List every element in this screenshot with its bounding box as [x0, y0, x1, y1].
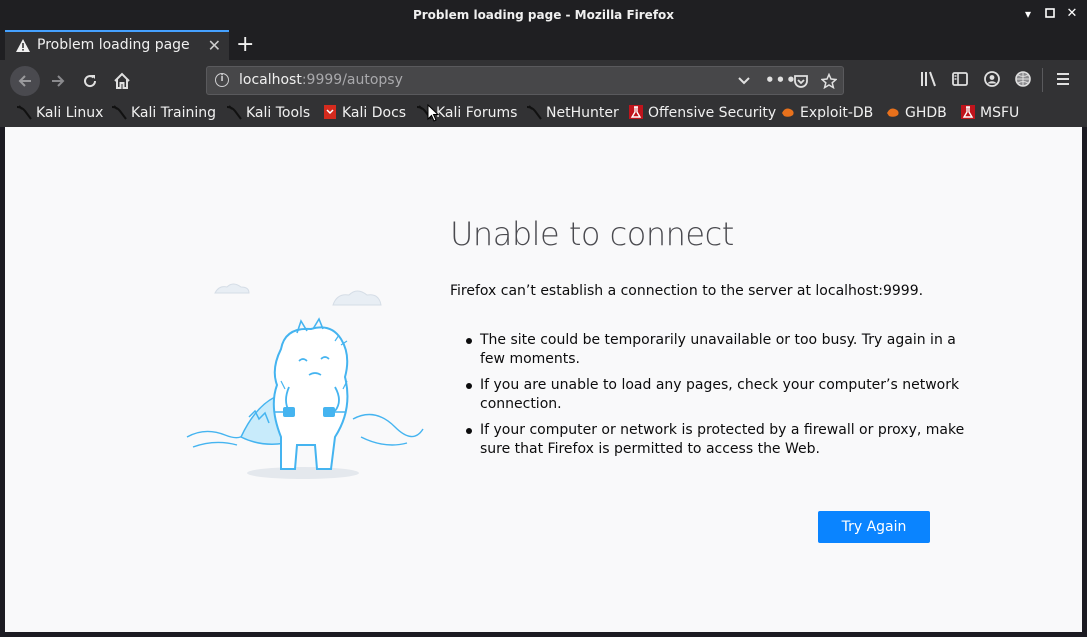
globe-extension-icon[interactable]: [1014, 70, 1032, 92]
back-button[interactable]: [10, 66, 40, 96]
error-heading: Unable to connect: [450, 215, 734, 253]
sidebar-icon[interactable]: [951, 70, 969, 92]
kali-dragon-icon: [16, 105, 32, 120]
home-icon: [114, 72, 130, 89]
window-title: Problem loading page - Mozilla Firefox: [412, 8, 675, 22]
url-host: localhost: [239, 72, 302, 88]
bookmark-nethunter[interactable]: NetHunter: [526, 104, 619, 122]
offsec-icon: [629, 105, 643, 119]
bookmark-label: Kali Training: [131, 105, 216, 121]
site-info-icon[interactable]: i: [215, 73, 229, 87]
toolbar-divider: [1042, 68, 1043, 92]
bookmark-label: Exploit-DB: [800, 105, 874, 121]
bookmark-kali-docs[interactable]: Kali Docs: [322, 104, 406, 122]
kali-docs-icon: [324, 105, 336, 119]
reload-button[interactable]: [76, 67, 104, 95]
bookmark-label: GHDB: [905, 105, 947, 121]
error-page: Unable to connect Firefox can’t establis…: [5, 127, 1082, 632]
list-item: If you are unable to load any pages, che…: [466, 376, 970, 414]
home-button[interactable]: [108, 67, 136, 95]
bookmark-star-icon[interactable]: [820, 71, 838, 93]
list-item: If your computer or network is protected…: [466, 421, 970, 459]
bookmark-msfu[interactable]: MSFU: [960, 104, 1019, 122]
mouse-pointer-icon: [427, 104, 439, 122]
pocket-icon[interactable]: [793, 71, 809, 93]
url-text[interactable]: localhost:9999/autopsy: [239, 72, 403, 88]
page-actions-icon[interactable]: •••: [765, 71, 797, 89]
tab-active[interactable]: Problem loading page ✕: [5, 30, 229, 60]
url-path: :9999/autopsy: [301, 72, 403, 88]
bookmarks-toolbar: Kali Linux Kali Training Kali Tools Kali…: [0, 100, 1087, 127]
exploitdb-icon: [782, 108, 794, 117]
kali-dragon-icon: [526, 105, 542, 120]
bookmark-label: Kali Forums: [436, 105, 518, 121]
reload-icon: [84, 75, 97, 88]
unplugged-dinosaur-illustration: [186, 283, 424, 479]
forward-arrow-icon: [52, 75, 65, 87]
hamburger-menu-icon[interactable]: [1054, 70, 1072, 92]
back-arrow-icon: [18, 75, 31, 87]
close-tab-icon[interactable]: ✕: [208, 36, 221, 55]
close-window-icon[interactable]: ✕: [1064, 6, 1080, 22]
kali-dragon-icon: [111, 105, 127, 120]
bookmark-label: Offensive Security: [648, 105, 777, 121]
bookmark-kali-tools[interactable]: Kali Tools: [226, 104, 310, 122]
bookmark-label: Kali Tools: [246, 105, 311, 121]
try-again-button[interactable]: Try Again: [818, 511, 930, 543]
tab-title: Problem loading page: [37, 37, 190, 53]
new-tab-button[interactable]: +: [236, 32, 254, 57]
bookmark-label: Kali Linux: [36, 105, 104, 121]
error-message: Firefox can’t establish a connection to …: [450, 283, 924, 299]
tab-strip: Problem loading page ✕ +: [0, 30, 1087, 60]
offsec-icon: [961, 105, 975, 119]
forward-button[interactable]: [44, 67, 72, 95]
kali-dragon-icon: [226, 105, 242, 120]
bookmark-kali-linux[interactable]: Kali Linux: [16, 104, 103, 122]
bookmark-offensive-security[interactable]: Offensive Security: [628, 104, 776, 122]
bookmark-ghdb[interactable]: GHDB: [885, 104, 947, 122]
library-icon[interactable]: [920, 70, 938, 92]
error-reasons-list: The site could be temporarily unavailabl…: [450, 331, 970, 466]
minimize-icon[interactable]: ▾: [1020, 6, 1036, 22]
bookmark-label: Kali Docs: [342, 105, 407, 121]
url-bar[interactable]: i localhost:9999/autopsy •••: [206, 66, 844, 95]
navigation-toolbar: i localhost:9999/autopsy •••: [0, 60, 1087, 100]
maximize-icon[interactable]: [1042, 6, 1058, 22]
window-titlebar: Problem loading page - Mozilla Firefox ▾…: [0, 0, 1087, 30]
bookmark-exploit-db[interactable]: Exploit-DB: [780, 104, 873, 122]
account-icon[interactable]: [983, 70, 1001, 92]
bookmark-label: MSFU: [980, 105, 1020, 121]
bookmark-label: NetHunter: [546, 105, 619, 121]
bookmark-kali-training[interactable]: Kali Training: [111, 104, 216, 122]
exploitdb-icon: [887, 108, 899, 117]
warning-icon: [16, 39, 30, 52]
url-dropdown-icon[interactable]: [737, 71, 751, 92]
list-item: The site could be temporarily unavailabl…: [466, 331, 970, 369]
